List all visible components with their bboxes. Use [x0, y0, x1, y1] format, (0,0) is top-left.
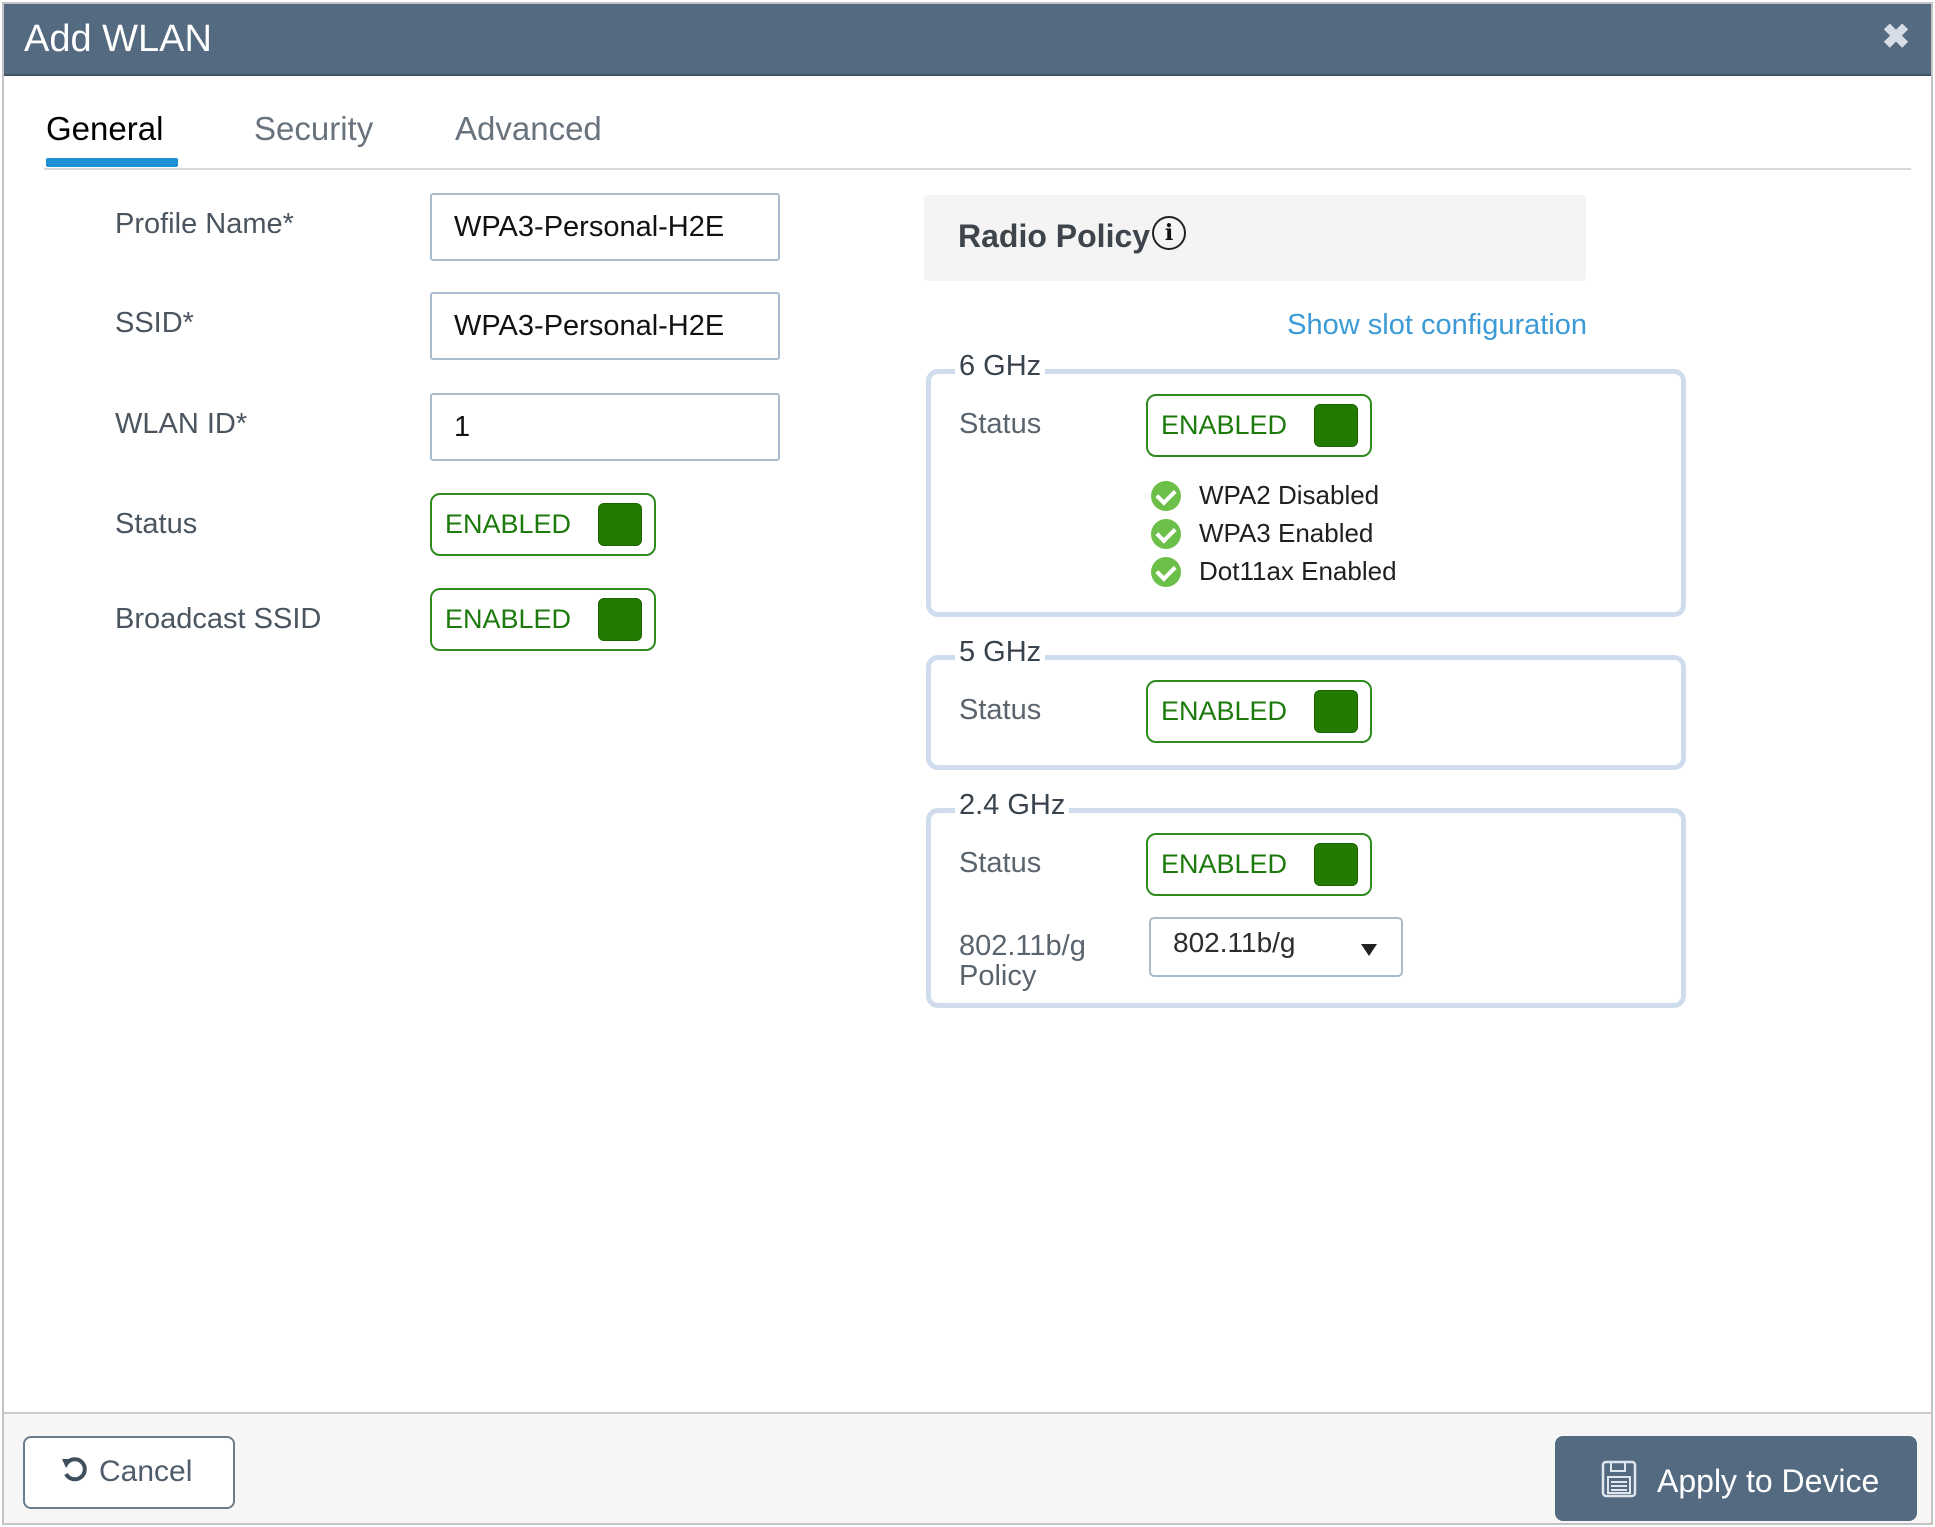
- wlan-id-label: WLAN ID*: [115, 408, 248, 440]
- toggle-knob: [1314, 843, 1358, 886]
- tab-general[interactable]: General: [46, 110, 163, 148]
- dialog-titlebar: Add WLAN ✖: [4, 4, 1931, 76]
- ssid-input[interactable]: WPA3-Personal-H2E: [430, 292, 780, 360]
- policy-label-line2: Policy: [959, 960, 1037, 992]
- radio-policy-title: Radio Policy: [958, 218, 1151, 254]
- band-5ghz-status-label: Status: [959, 694, 1042, 726]
- band-5ghz-legend: 5 GHz: [955, 636, 1046, 669]
- tab-advanced[interactable]: Advanced: [455, 110, 602, 148]
- select-value: 802.11b/g: [1173, 927, 1296, 958]
- profile-name-input[interactable]: WPA3-Personal-H2E: [430, 193, 780, 261]
- band-6ghz-toggle-label: ENABLED: [1161, 410, 1288, 440]
- policy-label: 802.11b/g Policy: [959, 931, 1086, 991]
- cancel-button[interactable]: Cancel: [23, 1436, 235, 1509]
- check-circle-icon: [1151, 557, 1181, 587]
- check-circle-icon: [1151, 519, 1181, 549]
- active-tab-indicator: [46, 158, 178, 167]
- band-6ghz: 6 GHz Status ENABLED WPA2 Disabled WPA3 …: [926, 350, 1686, 617]
- ssid-label: SSID*: [115, 307, 194, 339]
- chevron-down-icon: [1361, 944, 1377, 956]
- toggle-knob: [598, 598, 642, 641]
- band-5ghz: 5 GHz Status ENABLED: [926, 636, 1686, 770]
- radio-policy-header: Radio Policy i: [924, 195, 1586, 281]
- tab-bar: General Security Advanced: [44, 104, 1911, 170]
- broadcast-ssid-label: Broadcast SSID: [115, 603, 322, 635]
- band-6ghz-status-label: Status: [959, 408, 1042, 440]
- dialog-title: Add WLAN: [24, 18, 212, 60]
- tab-security[interactable]: Security: [254, 110, 373, 148]
- band-2-4ghz-toggle-label: ENABLED: [1161, 849, 1288, 879]
- band-5ghz-status-toggle[interactable]: ENABLED: [1146, 680, 1372, 743]
- check-circle-icon: [1151, 481, 1181, 511]
- cancel-label: Cancel: [99, 1455, 193, 1488]
- profile-name-label: Profile Name*: [115, 208, 294, 240]
- band-2-4ghz-status-toggle[interactable]: ENABLED: [1146, 833, 1372, 896]
- show-slot-configuration-link[interactable]: Show slot configuration: [1287, 309, 1587, 342]
- save-floppy-icon: [1601, 1460, 1637, 1498]
- apply-to-device-button[interactable]: Apply to Device: [1555, 1436, 1917, 1521]
- info-icon[interactable]: i: [1152, 216, 1186, 250]
- check-text: WPA3 Enabled: [1199, 518, 1374, 548]
- wlan-id-input[interactable]: 1: [430, 393, 780, 461]
- check-text: WPA2 Disabled: [1199, 480, 1380, 510]
- band-2-4ghz-status-label: Status: [959, 847, 1042, 879]
- close-icon[interactable]: ✖: [1879, 20, 1913, 54]
- band-2-4ghz: 2.4 GHz Status ENABLED 802.11b/g Policy …: [926, 789, 1686, 1008]
- band-5ghz-toggle-label: ENABLED: [1161, 696, 1288, 726]
- undo-icon: [62, 1457, 87, 1482]
- band-6ghz-status-toggle[interactable]: ENABLED: [1146, 394, 1372, 457]
- band-6ghz-legend: 6 GHz: [955, 350, 1046, 383]
- toggle-knob: [598, 503, 642, 546]
- toggle-knob: [1314, 404, 1358, 447]
- 80211bg-policy-select[interactable]: 802.11b/g: [1149, 917, 1403, 977]
- policy-label-line1: 802.11b/g: [959, 930, 1086, 962]
- broadcast-ssid-toggle[interactable]: ENABLED: [430, 588, 656, 651]
- apply-label: Apply to Device: [1657, 1463, 1880, 1499]
- toggle-knob: [1314, 690, 1358, 733]
- status-label: Status: [115, 508, 198, 540]
- status-toggle[interactable]: ENABLED: [430, 493, 656, 556]
- check-text: Dot11ax Enabled: [1199, 556, 1397, 586]
- band-2-4ghz-legend: 2.4 GHz: [955, 789, 1070, 822]
- add-wlan-dialog: Add WLAN ✖ General Security Advanced Pro…: [2, 2, 1933, 1525]
- status-toggle-label: ENABLED: [445, 509, 572, 539]
- broadcast-ssid-toggle-label: ENABLED: [445, 604, 572, 634]
- dialog-footer: Cancel Apply to Device: [4, 1412, 1931, 1523]
